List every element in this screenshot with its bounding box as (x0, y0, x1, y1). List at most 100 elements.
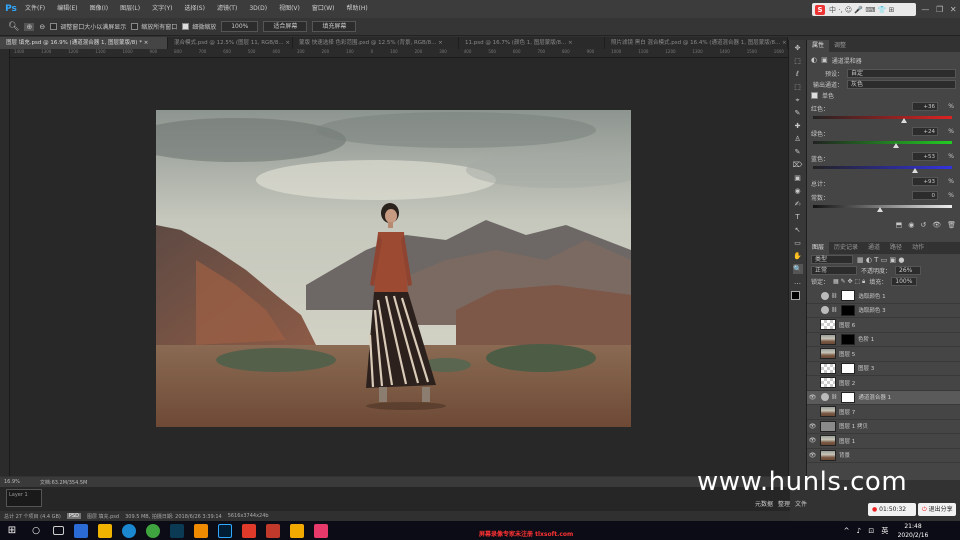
monochrome-checkbox[interactable] (811, 92, 818, 99)
pen-tool-icon[interactable]: ✍ (793, 199, 803, 209)
tab-properties[interactable]: 属性 (807, 40, 830, 52)
link-icon[interactable]: ⛓ (831, 293, 837, 299)
brush-tool-icon[interactable]: ✎ (793, 147, 803, 157)
dodge-tool-icon[interactable]: ◉ (793, 186, 803, 196)
restore-icon[interactable]: ❐ (936, 5, 943, 14)
slider-thumb[interactable] (893, 143, 900, 148)
eyedropper-tool-icon[interactable]: ✎ (793, 108, 803, 118)
app-icon-4[interactable] (266, 523, 280, 538)
minimize-icon[interactable]: — (921, 5, 929, 14)
timeline-panel[interactable]: Layer 1 (0, 487, 790, 511)
hand-tool-icon[interactable]: ✋ (793, 251, 803, 261)
photoshop-taskbar-icon[interactable] (218, 523, 232, 538)
lasso-tool-icon[interactable]: ℓ (793, 69, 803, 79)
filter-icons[interactable]: ▦ ◐ T ▭ ▣ ● (857, 256, 904, 264)
clip-icon[interactable]: ⬒ (896, 221, 903, 229)
menu-item[interactable]: 帮助(H) (341, 0, 374, 18)
ime-glyphs[interactable]: 中 ·, ☺ 🎤 ⌨ 👕 ⊞ (829, 5, 895, 15)
color-swatches[interactable] (790, 291, 805, 305)
slider-track[interactable] (813, 116, 952, 119)
path-select-tool-icon[interactable]: ↖ (793, 225, 803, 235)
shape-tool-icon[interactable]: ▭ (793, 238, 803, 248)
windows-start-icon[interactable]: ⊞ (5, 524, 19, 538)
layer-row[interactable]: 图层 7 (807, 405, 960, 420)
marquee-tool-icon[interactable]: ⬚ (793, 56, 803, 66)
blue-value-input[interactable]: +53 (912, 152, 938, 161)
more-tools-icon[interactable]: … (793, 277, 803, 287)
zoom-out-icon[interactable]: ⊖ (39, 23, 45, 31)
lightroom-icon[interactable] (170, 523, 184, 538)
green-slider[interactable]: 绿色： +24 % (807, 126, 960, 151)
timeline-thumb[interactable]: Layer 1 (6, 489, 42, 507)
slider-thumb[interactable] (901, 118, 908, 123)
layer-thumbnail[interactable] (820, 449, 836, 461)
menu-item[interactable]: 文字(Y) (146, 0, 178, 18)
task-view-icon[interactable] (53, 526, 64, 535)
exit-share-button[interactable]: ⏻ 退出分享 (918, 503, 956, 516)
tray-expand-icon[interactable]: ^ (844, 527, 850, 535)
tab-paths[interactable]: 路径 (885, 242, 907, 254)
layer-thumbnail[interactable] (820, 362, 836, 374)
layer-row[interactable]: 图层 2 (807, 376, 960, 391)
layer-thumbnail[interactable] (820, 420, 836, 432)
app-icon-1[interactable] (74, 523, 88, 538)
fill-screen-button[interactable]: 填充屏幕 (312, 21, 357, 32)
app-icon-2[interactable] (194, 523, 208, 538)
photoshop-logo[interactable]: Ps (3, 2, 19, 16)
reset-icon[interactable]: ↺ (920, 221, 926, 229)
menu-item[interactable]: 视图(V) (273, 0, 306, 18)
zoom-level[interactable]: 16.9% (4, 479, 20, 485)
menu-item[interactable]: 文件(F) (19, 0, 51, 18)
lock-icons[interactable]: ▦ ✎ ✥ ⬚ 🔒︎ (833, 278, 865, 286)
layer-row[interactable]: 图层 3 (807, 362, 960, 376)
fill-input[interactable]: 100% (891, 277, 918, 286)
doc-tab[interactable]: 照片滤镜 黑白 混合模式.psd @ 16.4% (通道混合器 1, 图层蒙版/… (605, 37, 788, 49)
layer-row[interactable]: 👁︎ ⛓ 通道混合器 1 (807, 390, 960, 405)
stamp-tool-icon[interactable]: ♙ (793, 134, 803, 144)
menu-item[interactable]: 图像(I) (84, 0, 114, 18)
tab-organize[interactable]: 整理 (778, 499, 790, 508)
layer-row[interactable]: 图层 6 (807, 318, 960, 333)
type-tool-icon[interactable]: T (793, 212, 803, 222)
constant-slider[interactable]: 常数： 0 % (807, 190, 960, 215)
zoom-all-windows-checkbox[interactable]: 缩放所有窗口 (131, 22, 177, 31)
document-photo[interactable] (156, 110, 631, 427)
doc-tab[interactable]: 11.psd @ 16.7% (颜色 1, 图层蒙版/8... × (459, 37, 605, 49)
tab-file[interactable]: 文件 (795, 499, 807, 508)
layer-mask-thumbnail[interactable] (841, 333, 855, 345)
slider-thumb[interactable] (877, 207, 883, 212)
blue-slider[interactable]: 蓝色： +53 % (807, 151, 960, 176)
ime-toolbar[interactable]: S 中 ·, ☺ 🎤 ⌨ 👕 ⊞ (812, 3, 916, 16)
layer-thumbnail[interactable] (820, 333, 836, 345)
opacity-input[interactable]: 26% (895, 266, 922, 275)
move-tool-icon[interactable]: ✥ (793, 43, 803, 53)
mask-icon[interactable]: ▣ (821, 56, 828, 64)
tab-metadata[interactable]: 元数据 (755, 499, 773, 508)
slider-track[interactable] (813, 166, 952, 169)
layer-mask-thumbnail[interactable] (841, 304, 856, 316)
zoom-in-icon[interactable]: ⊕ (24, 22, 35, 31)
recording-timer[interactable]: ● 01:50:32 (868, 503, 916, 516)
layer-kind-select[interactable]: 类型 (811, 255, 853, 264)
menu-item[interactable]: 编辑(E) (51, 0, 83, 18)
menu-item[interactable]: 3D(D) (243, 0, 273, 18)
preset-select[interactable]: 自定 (847, 69, 956, 78)
layer-row[interactable]: 👁︎ 图层 1 拷贝 (807, 420, 960, 434)
blend-mode-select[interactable]: 正常 (811, 266, 857, 275)
zoom-100-button[interactable]: 100% (221, 21, 259, 32)
ruler-horizontal[interactable]: 1400 1300 1200 1100 1000 900 800 700 600 500 400 30… (10, 49, 788, 58)
doc-tab-active[interactable]: 图层 填充.psd @ 16.9% (通道混合器 1, 图层蒙版/8) * × (0, 37, 168, 49)
input-language[interactable]: 英 (881, 526, 888, 536)
output-channel-select[interactable]: 灰色 (847, 80, 956, 89)
taskbar-clock[interactable]: 21:48 2020/2/16 (893, 521, 933, 540)
visibility-eye-icon[interactable]: 👁︎ (807, 437, 818, 444)
layer-thumbnail[interactable] (820, 435, 836, 447)
visibility-eye-icon[interactable]: 👁︎ (807, 394, 818, 401)
healing-tool-icon[interactable]: ✚ (793, 121, 803, 131)
scrubby-zoom-checkbox[interactable]: 细微缩放 (182, 22, 216, 31)
constant-value-input[interactable]: 0 (912, 191, 938, 200)
visibility-icon[interactable]: 👁︎ (932, 221, 941, 229)
search-icon[interactable]: ○ (29, 524, 43, 538)
layer-thumbnail[interactable] (820, 319, 836, 331)
tab-channels[interactable]: 通道 (863, 242, 885, 254)
